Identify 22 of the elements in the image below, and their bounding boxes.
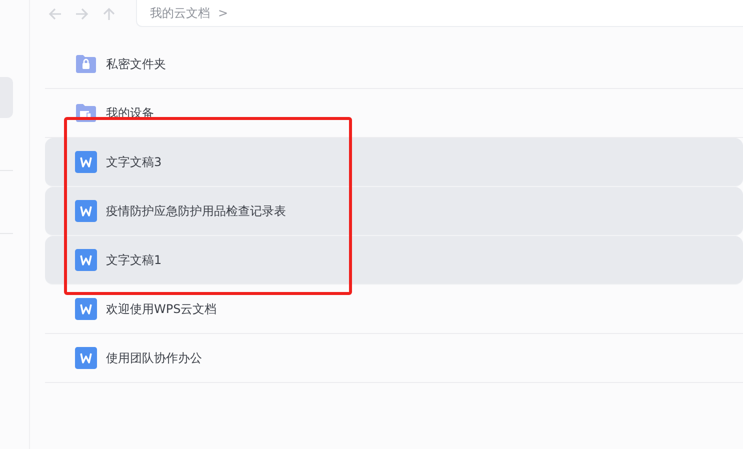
file-name: 使用团队协作办公 bbox=[106, 350, 202, 366]
locked-folder-icon bbox=[75, 53, 97, 75]
file-name: 欢迎使用WPS云文档 bbox=[106, 300, 217, 318]
forward-arrow-icon[interactable] bbox=[75, 6, 89, 20]
back-arrow-icon[interactable] bbox=[48, 6, 62, 20]
file-name: 文字文稿3 bbox=[106, 154, 162, 170]
file-name: 疫情防护应急防护用品检查记录表 bbox=[106, 202, 286, 220]
breadcrumb-separator: > bbox=[218, 6, 228, 20]
file-row[interactable]: 使用团队协作办公 bbox=[45, 334, 743, 383]
file-row[interactable]: 欢迎使用WPS云文档 bbox=[45, 285, 743, 334]
document-icon bbox=[75, 200, 97, 222]
document-icon bbox=[75, 249, 97, 271]
up-arrow-icon[interactable] bbox=[102, 6, 116, 20]
file-row[interactable]: 疫情防护应急防护用品检查记录表 bbox=[45, 187, 743, 236]
document-icon bbox=[75, 298, 97, 320]
file-name: 文字文稿1 bbox=[106, 252, 162, 268]
file-name: 私密文件夹 bbox=[106, 56, 166, 72]
document-icon bbox=[75, 151, 97, 173]
file-row[interactable]: 文字文稿3 bbox=[45, 138, 743, 187]
file-row[interactable]: 私密文件夹 bbox=[45, 40, 743, 89]
document-icon bbox=[75, 347, 97, 369]
file-row[interactable]: 文字文稿1 bbox=[45, 236, 743, 285]
